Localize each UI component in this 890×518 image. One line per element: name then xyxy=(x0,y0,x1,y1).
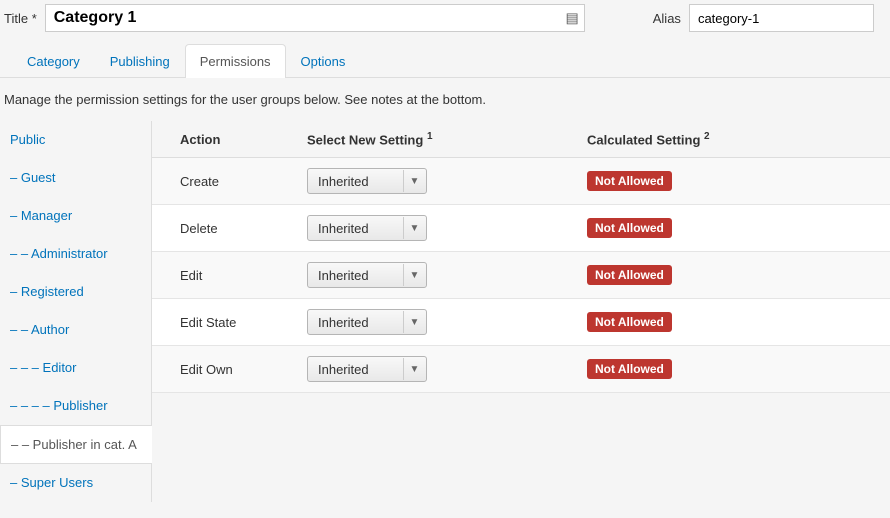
calc-cell: Not Allowed xyxy=(587,359,890,379)
alias-label: Alias xyxy=(653,11,681,26)
select-cell: Inherited▼ xyxy=(307,262,587,288)
permissions-table: Action Select New Setting 1 Calculated S… xyxy=(152,121,890,393)
status-badge: Not Allowed xyxy=(587,312,672,332)
group-item[interactable]: – – Administrator xyxy=(0,235,151,273)
permission-select[interactable]: Inherited xyxy=(307,215,427,241)
tab-bar: CategoryPublishingPermissionsOptions xyxy=(0,44,890,78)
status-badge: Not Allowed xyxy=(587,265,672,285)
field-tag-icon: ▤ xyxy=(566,10,579,27)
col-action-header: Action xyxy=(152,132,307,147)
select-cell: Inherited▼ xyxy=(307,309,587,335)
action-cell: Edit xyxy=(152,268,307,283)
tab-publishing[interactable]: Publishing xyxy=(95,44,185,78)
select-wrap: Inherited▼ xyxy=(307,309,427,335)
group-item[interactable]: – Manager xyxy=(0,197,151,235)
permission-select[interactable]: Inherited xyxy=(307,168,427,194)
action-cell: Create xyxy=(152,174,307,189)
permission-select[interactable]: Inherited xyxy=(307,356,427,382)
col-select-header: Select New Setting 1 xyxy=(307,131,587,147)
title-label: Title * xyxy=(4,11,37,26)
permission-select[interactable]: Inherited xyxy=(307,262,427,288)
table-header: Action Select New Setting 1 Calculated S… xyxy=(152,121,890,158)
select-cell: Inherited▼ xyxy=(307,168,587,194)
top-field-bar: Title * ▤ Alias xyxy=(0,0,890,44)
tab-category[interactable]: Category xyxy=(12,44,95,78)
tab-permissions[interactable]: Permissions xyxy=(185,44,286,78)
select-wrap: Inherited▼ xyxy=(307,168,427,194)
group-item[interactable]: – Super Users xyxy=(0,464,151,502)
status-badge: Not Allowed xyxy=(587,359,672,379)
select-wrap: Inherited▼ xyxy=(307,215,427,241)
group-item[interactable]: – Registered xyxy=(0,273,151,311)
table-row: CreateInherited▼ Not Allowed xyxy=(152,158,890,205)
group-item[interactable]: – – – – Publisher xyxy=(0,387,151,425)
table-row: Edit OwnInherited▼ Not Allowed xyxy=(152,346,890,393)
help-text: Manage the permission settings for the u… xyxy=(0,78,890,121)
calc-cell: Not Allowed xyxy=(587,218,890,238)
group-item[interactable]: – – Publisher in cat. A xyxy=(0,425,152,464)
table-row: EditInherited▼ Not Allowed xyxy=(152,252,890,299)
group-item[interactable]: – – – Editor xyxy=(0,349,151,387)
group-item[interactable]: – Guest xyxy=(0,159,151,197)
permission-select[interactable]: Inherited xyxy=(307,309,427,335)
alias-field-group: Alias xyxy=(653,4,874,32)
action-cell: Edit Own xyxy=(152,362,307,377)
calc-cell: Not Allowed xyxy=(587,265,890,285)
select-cell: Inherited▼ xyxy=(307,215,587,241)
table-row: Edit StateInherited▼ Not Allowed xyxy=(152,299,890,346)
table-row: DeleteInherited▼ Not Allowed xyxy=(152,205,890,252)
group-list: Public– Guest– Manager– – Administrator–… xyxy=(0,121,152,502)
select-cell: Inherited▼ xyxy=(307,356,587,382)
action-cell: Edit State xyxy=(152,315,307,330)
status-badge: Not Allowed xyxy=(587,218,672,238)
select-wrap: Inherited▼ xyxy=(307,262,427,288)
col-calc-header: Calculated Setting 2 xyxy=(587,131,890,147)
title-input[interactable] xyxy=(45,4,585,32)
permissions-panel: Public– Guest– Manager– – Administrator–… xyxy=(0,121,890,502)
group-item[interactable]: – – Author xyxy=(0,311,151,349)
calc-cell: Not Allowed xyxy=(587,171,890,191)
status-badge: Not Allowed xyxy=(587,171,672,191)
calc-cell: Not Allowed xyxy=(587,312,890,332)
action-cell: Delete xyxy=(152,221,307,236)
alias-input[interactable] xyxy=(689,4,874,32)
select-wrap: Inherited▼ xyxy=(307,356,427,382)
group-item[interactable]: Public xyxy=(0,121,151,159)
tab-options[interactable]: Options xyxy=(286,44,361,78)
title-input-wrap: ▤ xyxy=(45,4,585,32)
title-field-group: Title * ▤ xyxy=(4,4,585,32)
